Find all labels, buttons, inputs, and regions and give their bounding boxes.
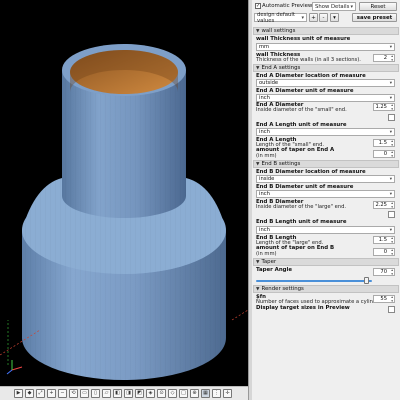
end-a-length-unit-select[interactable]: inch ▾ [256,128,395,136]
taper-angle-label: Taper Angle [256,267,293,273]
end-a-cylinder [62,44,186,218]
diagonal-view-icon[interactable]: ◈ [146,389,155,398]
end-a-taper-spinbox[interactable]: 0 ▴ ▾ [373,150,395,158]
top-view-icon[interactable]: ▯ [91,389,100,398]
model-render [0,44,248,380]
viewport-toolbar: ▶ ◆ ⤢ + − ⟲ ▭ ▯ ▱ ◧ ◨ ◩ ◈ ⊙ ◇ □ ⊕ ▦ ⋮ ✛ [0,386,248,400]
group-render-settings[interactable]: ▼ Render settings [253,285,399,293]
display-target-sizes-checkbox[interactable] [388,306,395,313]
preview-icon[interactable]: ▶ [14,389,23,398]
end-b-taper-desc: (in mm) [256,251,277,257]
back-view-icon[interactable]: ◩ [135,389,144,398]
end-b-diam-spinbox[interactable]: 2.25 ▴ ▾ [373,201,395,209]
end-a-diam-unit-select[interactable]: inch ▾ [256,94,395,102]
remove-preset-button[interactable]: - [319,13,328,22]
customizer-panel: ✓ Automatic Preview Show Details ▾ Reset … [252,0,400,400]
group-end-b-settings[interactable]: ▼ End B settings [253,160,399,168]
group-wall-settings[interactable]: ▼ wall settings [253,27,399,35]
display-target-sizes-label: Display target sizes in Preview [256,305,350,311]
end-a-diam-loc-select[interactable]: outside ▾ [256,79,395,87]
axes-gizmo [6,360,23,375]
end-a-length-spinbox[interactable]: 1.5 ▴ ▾ [373,139,395,147]
end-b-length-unit-label: End B Length unit of measure [256,219,347,225]
wall-unit-select[interactable]: mm ▾ [256,43,395,51]
reset-view-icon[interactable]: ⟲ [69,389,78,398]
show-edges-icon[interactable]: ▦ [201,389,210,398]
zoom-out-icon[interactable]: − [58,389,67,398]
end-b-diam-desc: Inside diameter of the "large" end. [256,204,347,210]
end-a-taper-desc: (in mm) [256,153,277,159]
perspective-icon[interactable]: ◇ [168,389,177,398]
end-a-diam-target-checkbox[interactable] [388,114,395,121]
end-b-length-spinbox[interactable]: 1.5 ▴ ▾ [373,236,395,244]
add-preset-button[interactable]: + [309,13,318,22]
render-icon[interactable]: ◆ [25,389,34,398]
fn-spinbox[interactable]: 55 ▴ ▾ [373,295,395,303]
preset-menu-button[interactable]: ▾ [330,13,339,22]
preset-select[interactable]: design default values ▾ [254,12,307,24]
left-view-icon[interactable]: ◧ [113,389,122,398]
front-view-icon[interactable]: ◨ [124,389,133,398]
taper-angle-spinbox[interactable]: 70 ▴ ▾ [373,268,395,276]
end-b-diam-target-checkbox[interactable] [388,211,395,218]
right-view-icon[interactable]: ▭ [80,389,89,398]
end-b-diam-loc-select[interactable]: inside ▾ [256,175,395,183]
end-b-length-unit-select[interactable]: inch ▾ [256,226,395,234]
automatic-preview-checkbox[interactable]: ✓ [255,3,261,9]
wall-thickness-spinbox[interactable]: 2 ▴ ▾ [373,54,395,62]
taper-angle-slider[interactable] [256,280,372,282]
save-preset-button[interactable]: save preset [352,13,397,22]
bottom-view-icon[interactable]: ▱ [102,389,111,398]
3d-viewport[interactable] [0,0,248,386]
automatic-preview-label: Automatic Preview [262,3,313,9]
wall-unit-label: wall Thickness unit of measure [256,36,351,42]
end-a-diam-spinbox[interactable]: 1.25 ▴ ▾ [373,103,395,111]
zoom-all-icon[interactable]: ⤢ [36,389,45,398]
group-end-a-settings[interactable]: ▼ End A settings [253,64,399,72]
group-taper[interactable]: ▼ Taper [253,258,399,266]
details-mode-select[interactable]: Show Details ▾ [312,2,356,11]
scale-markers-icon[interactable]: ⋮ [212,389,221,398]
reset-button[interactable]: Reset [359,2,397,11]
end-a-diam-desc: Inside diameter of the "small" end. [256,107,347,113]
crosshairs-icon[interactable]: ✛ [223,389,232,398]
show-axes-icon[interactable]: ⊕ [190,389,199,398]
center-view-icon[interactable]: ⊙ [157,389,166,398]
zoom-in-icon[interactable]: + [47,389,56,398]
end-b-taper-spinbox[interactable]: 0 ▴ ▾ [373,248,395,256]
orthogonal-icon[interactable]: □ [179,389,188,398]
taper-angle-slider-handle[interactable] [363,277,369,284]
wall-thickness-desc: Thickness of the walls (in all 3 section… [256,57,361,63]
end-b-diam-unit-select[interactable]: inch ▾ [256,190,395,198]
